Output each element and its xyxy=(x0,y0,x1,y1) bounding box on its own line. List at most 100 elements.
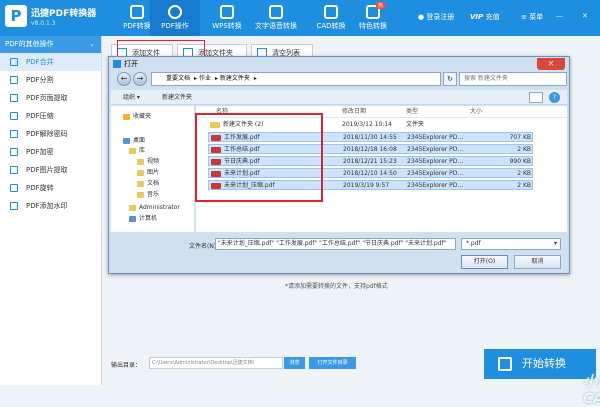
nav-tab-label: PDF操作 xyxy=(161,22,189,30)
sidebar-item-pdf-rotate[interactable]: PDF旋转 xyxy=(0,179,101,197)
login-link[interactable]: ● 登录注册 xyxy=(418,12,454,22)
filetype-value: *.pdf xyxy=(466,240,481,247)
nav-tab-ocr[interactable]: 文字语音转换 xyxy=(246,0,306,36)
dialog-title-text: 打开 xyxy=(124,60,138,68)
tree-item-label: 文档 xyxy=(147,180,160,187)
sidebar-header[interactable]: PDF的其他操作 ⌄ xyxy=(0,36,101,53)
dialog-toolbar: 组织 ▾ 新建文件夹 ? xyxy=(111,90,567,105)
nav-tab-wps[interactable]: WPS转换 xyxy=(202,0,252,36)
refresh-button[interactable]: ↻ xyxy=(443,72,457,86)
start-convert-button[interactable]: 开始转换 xyxy=(484,349,596,379)
sidebar-item-label: PDF解除密码 xyxy=(26,130,68,138)
sidebar-item-label: PDF分割 xyxy=(26,76,54,84)
breadcrumb-item[interactable]: 作业 xyxy=(199,75,211,82)
picture-folder-icon xyxy=(137,169,144,176)
address-bar[interactable]: 重要文档 ▸ 作业 ▸ 新建文件夹 ▸ xyxy=(151,72,441,86)
extract-icon xyxy=(10,94,18,102)
recharge-label: 充值 xyxy=(485,13,500,21)
supported-format-hint: *请添加需要转换的文件，支持pdf格式 xyxy=(285,283,388,290)
column-header-date[interactable]: 修改日期 xyxy=(342,106,366,118)
output-dir-label: 输出目录： xyxy=(111,362,142,369)
file-type: 文件夹 xyxy=(406,121,425,128)
tree-item-label: 库 xyxy=(139,147,146,154)
nav-tab-label: 文字语音转换 xyxy=(255,22,297,30)
sidebar-item-label: PDF页面提取 xyxy=(26,94,68,102)
star-icon xyxy=(123,113,130,120)
sidebar-item-label: PDF加密 xyxy=(26,148,54,156)
filename-label: 文件名(N): xyxy=(189,243,219,250)
dialog-close-button[interactable]: ✕ xyxy=(537,58,565,70)
tree-item-computer[interactable]: 计算机 xyxy=(129,214,157,224)
browse-button[interactable]: 浏览 xyxy=(284,357,305,369)
sidebar-item-pdf-split[interactable]: PDF分割 xyxy=(0,71,101,89)
video-folder-icon xyxy=(137,158,144,165)
text-voice-icon xyxy=(269,5,283,19)
tree-item-label: 视频 xyxy=(147,158,160,165)
breadcrumb-item[interactable]: 新建文件夹 xyxy=(220,75,250,82)
tree-item-library[interactable]: 库 xyxy=(129,146,145,156)
menu-button[interactable]: ≡ 菜单 xyxy=(521,12,543,22)
column-header-type[interactable]: 类型 xyxy=(406,106,418,118)
open-button[interactable]: 打开(O) xyxy=(461,255,508,269)
output-dir-input[interactable]: C:\Users\Administrator\Desktop\迅捷文档\ xyxy=(149,357,283,369)
filename-input[interactable]: "未来计划_压缩.pdf" "工作发展.pdf" "工作总结.pdf" "节日庆… xyxy=(215,238,456,250)
document-folder-icon xyxy=(137,180,144,187)
sidebar-item-pdf-merge[interactable]: PDF合并 xyxy=(0,53,101,71)
file-date: 2018/12/18 16:08 xyxy=(343,146,397,153)
gear-icon xyxy=(168,5,182,19)
filetype-select[interactable]: *.pdf ▾ xyxy=(461,238,561,250)
app-logo: P xyxy=(5,5,27,27)
tree-item-desktop[interactable]: 桌面 xyxy=(123,136,145,146)
back-button[interactable]: ← xyxy=(117,72,131,86)
tree-item-pictures[interactable]: 图片 xyxy=(137,168,159,178)
computer-icon xyxy=(129,215,136,222)
sidebar-item-page-extract[interactable]: PDF页面提取 xyxy=(0,89,101,107)
tree-item-administrator[interactable]: Administrator xyxy=(129,203,180,213)
sidebar-item-pdf-encrypt[interactable]: PDF加密 xyxy=(0,143,101,161)
file-type: 2345Explorer PD... xyxy=(407,182,464,189)
file-date: 2019/3/19 9:57 xyxy=(343,182,390,189)
tree-item-documents[interactable]: 文档 xyxy=(137,179,159,189)
tree-item-label: 图片 xyxy=(147,169,160,176)
site-watermark: 小东CAD xyxy=(583,374,600,407)
nav-tab-special[interactable]: 特色转换 xyxy=(346,0,400,36)
tree-item-music[interactable]: 音乐 xyxy=(137,190,159,200)
sidebar-item-label: PDF合并 xyxy=(26,58,54,66)
help-button[interactable]: ? xyxy=(549,92,560,103)
sidebar: PDF的其他操作 ⌄ PDF合并 PDF分割 PDF页面提取 PDF压缩 PDF… xyxy=(0,36,102,385)
organize-menu[interactable]: 组织 ▾ xyxy=(123,90,140,105)
tree-item-favorites[interactable]: 收藏夹 xyxy=(123,112,151,122)
navigation-tree: 收藏夹 桌面 库 视频 图片 文档 音乐 Administrator 计算机 xyxy=(111,106,195,232)
sidebar-item-remove-password[interactable]: PDF解除密码 xyxy=(0,125,101,143)
file-date: 2018/12/10 14:50 xyxy=(343,170,397,177)
tree-item-label: 音乐 xyxy=(147,191,160,198)
vip-link[interactable]: VIP 充值 xyxy=(470,12,500,22)
sidebar-item-label: PDF旋转 xyxy=(26,184,54,192)
breadcrumb-item[interactable]: 重要文档 xyxy=(166,75,190,82)
sidebar-item-label: PDF图片提取 xyxy=(26,166,68,174)
sidebar-item-pdf-compress[interactable]: PDF压缩 xyxy=(0,107,101,125)
tree-item-label: 桌面 xyxy=(133,137,146,144)
forward-button[interactable]: → xyxy=(133,72,147,86)
new-folder-button[interactable]: 新建文件夹 xyxy=(162,90,192,105)
sidebar-item-image-extract[interactable]: PDF图片提取 xyxy=(0,161,101,179)
lock-icon xyxy=(10,148,18,156)
tree-item-videos[interactable]: 视频 xyxy=(137,157,159,167)
close-app-button[interactable]: ✕ xyxy=(582,12,588,20)
app-name: 迅捷PDF转换器 xyxy=(31,9,97,19)
login-label: 登录注册 xyxy=(426,13,455,21)
dialog-search-input[interactable]: 搜索 新建文件夹 xyxy=(459,72,567,86)
file-date: 2018/12/21 15:23 xyxy=(343,158,397,165)
sidebar-item-add-watermark[interactable]: PDF添加水印 xyxy=(0,197,101,215)
file-size: 2 KB xyxy=(517,146,531,153)
nav-tab-pdf-ops[interactable]: PDF操作 xyxy=(150,0,200,36)
menu-label: 菜单 xyxy=(529,13,544,21)
music-folder-icon xyxy=(137,191,144,198)
open-dir-button[interactable]: 打开文件目录 xyxy=(309,357,356,369)
user-folder-icon xyxy=(129,204,136,211)
view-options-button[interactable] xyxy=(529,92,543,103)
column-header-size[interactable]: 大小 xyxy=(470,106,482,118)
cancel-button[interactable]: 取消 xyxy=(514,255,561,269)
file-size: 2 KB xyxy=(517,182,531,189)
minimize-button[interactable]: — xyxy=(556,12,563,20)
